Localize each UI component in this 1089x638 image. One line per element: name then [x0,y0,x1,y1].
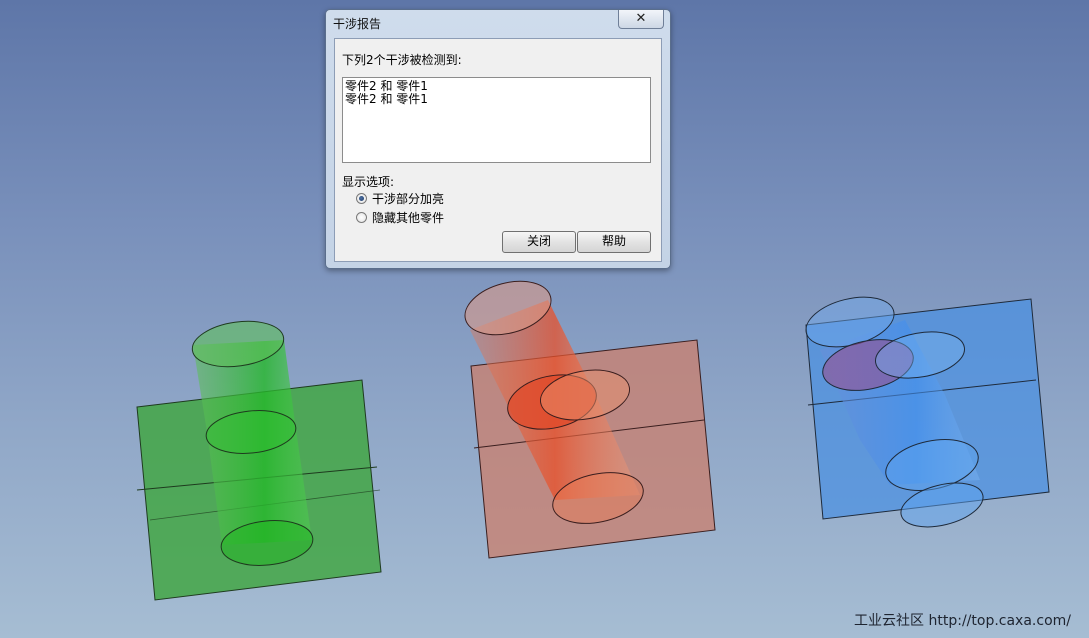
radio-unselected-icon[interactable] [356,211,367,223]
green-part-model[interactable] [136,316,382,601]
detected-label: 下列2个干涉被检测到: [342,53,462,67]
blue-part-model[interactable] [801,289,1050,535]
red-part-model[interactable] [459,272,716,559]
highlight-interference-option[interactable]: 干涉部分加亮 [356,190,444,206]
display-options-label: 显示选项: [342,175,395,189]
list-item[interactable]: 零件2 和 零件1 [343,93,650,106]
watermark: 工业云社区 http://top.caxa.com/ [854,613,1071,629]
dialog-body: 下列2个干涉被检测到: 零件2 和 零件1 零件2 和 零件1 显示选项: 干涉… [334,38,662,262]
close-icon[interactable]: ✕ [618,10,664,29]
help-button[interactable]: 帮助 [577,231,651,253]
option-label: 干涉部分加亮 [372,191,445,206]
hide-other-parts-option[interactable]: 隐藏其他零件 [356,209,444,225]
option-label: 隐藏其他零件 [372,210,445,225]
dialog-titlebar[interactable]: 干涉报告 ✕ [326,10,670,38]
dialog-title: 干涉报告 [333,17,382,31]
close-button[interactable]: 关闭 [502,231,576,253]
radio-selected-icon[interactable] [356,192,367,204]
interference-list[interactable]: 零件2 和 零件1 零件2 和 零件1 [342,77,651,163]
interference-report-dialog: 干涉报告 ✕ 下列2个干涉被检测到: 零件2 和 零件1 零件2 和 零件1 显… [325,9,671,269]
